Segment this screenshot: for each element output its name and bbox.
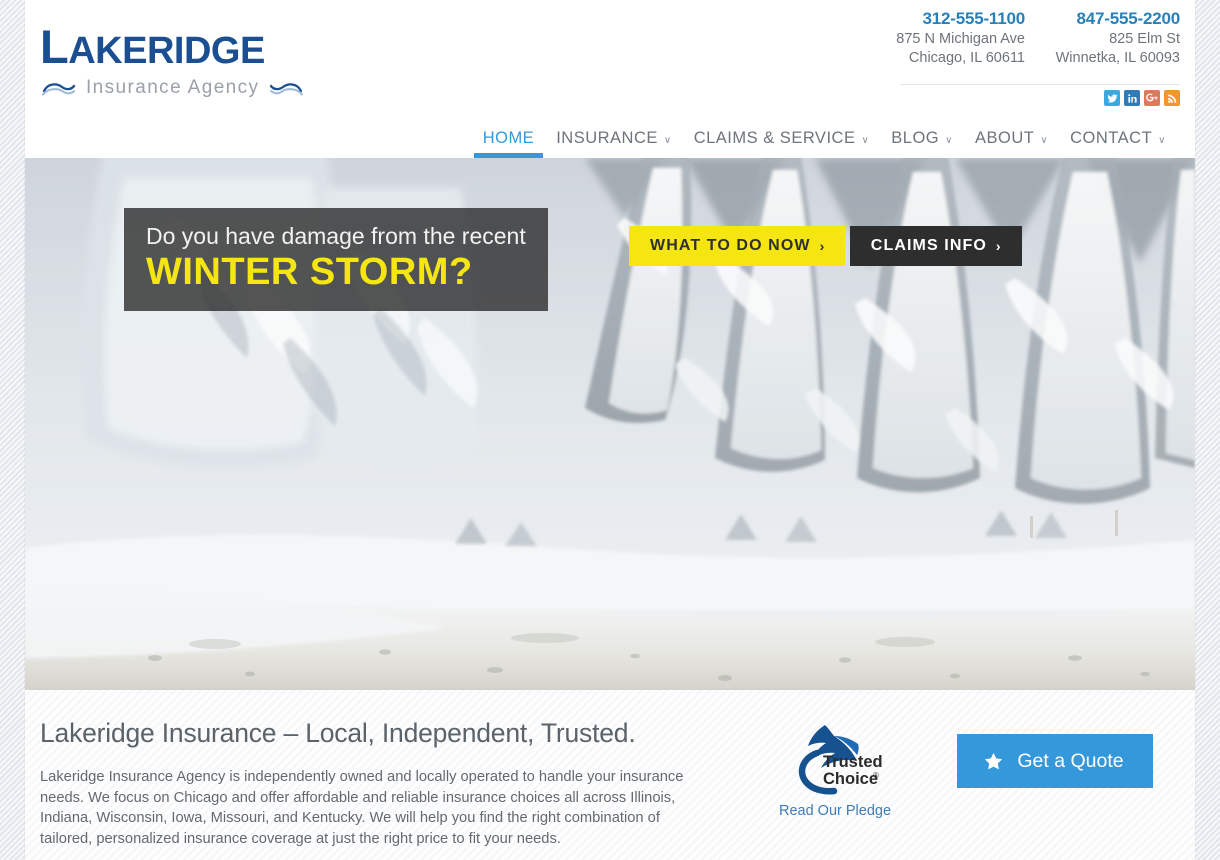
- header-contacts: 312-555-1100 875 N Michigan Ave Chicago,…: [868, 8, 1180, 68]
- hero-banner: Do you have damage from the recent WINTE…: [25, 158, 1195, 690]
- quote-column: Get a Quote: [930, 717, 1180, 860]
- page-title: Lakeridge Insurance – Local, Independent…: [40, 718, 636, 748]
- phone-number-winnetka[interactable]: 847-555-2200: [1053, 8, 1181, 30]
- rss-icon[interactable]: [1164, 90, 1180, 106]
- chevron-right-icon: ›: [995, 238, 1002, 254]
- header-divider: [900, 84, 1180, 85]
- site-header: LAKERIDGE Insurance Agency 312-555-1100 …: [25, 0, 1195, 158]
- nav-item-about[interactable]: ABOUT ∨: [964, 114, 1059, 158]
- nav-label-claims-service: CLAIMS & SERVICE: [693, 129, 856, 147]
- get-a-quote-button[interactable]: Get a Quote: [957, 734, 1153, 788]
- hero-caption-box: Do you have damage from the recent WINTE…: [124, 208, 548, 311]
- social-links: [1104, 90, 1180, 106]
- contact-block-winnetka: 847-555-2200 825 Elm St Winnetka, IL 600…: [1025, 8, 1181, 68]
- logo-wordmark: LAKERIDGE: [40, 20, 265, 73]
- chevron-right-icon: ›: [819, 238, 826, 254]
- wave-right-icon: [270, 82, 304, 95]
- google-plus-icon[interactable]: [1144, 90, 1160, 106]
- contact-block-chicago: 312-555-1100 875 N Michigan Ave Chicago,…: [868, 8, 1025, 68]
- what-to-do-now-label: WHAT TO DO NOW: [650, 237, 811, 254]
- linkedin-icon[interactable]: [1124, 90, 1140, 106]
- svg-text:®: ®: [873, 771, 879, 780]
- hero-caption-line1: Do you have damage from the recent: [146, 223, 526, 249]
- site-logo[interactable]: LAKERIDGE Insurance Agency: [40, 22, 370, 99]
- address-line2-chicago: Chicago, IL 60611: [908, 50, 1025, 66]
- logo-subtitle-row: Insurance Agency: [40, 77, 370, 99]
- hero-cta-group: WHAT TO DO NOW › CLAIMS INFO ›: [629, 214, 1022, 266]
- nav-item-insurance[interactable]: INSURANCE ∨: [545, 114, 683, 158]
- chevron-down-icon: ∨: [1158, 134, 1166, 146]
- phone-number-chicago[interactable]: 312-555-1100: [896, 8, 1025, 30]
- nav-item-blog[interactable]: BLOG ∨: [880, 114, 964, 158]
- page-root: LAKERIDGE Insurance Agency 312-555-1100 …: [0, 0, 1220, 860]
- chevron-down-icon: ∨: [663, 134, 672, 146]
- svg-text:Trusted: Trusted: [823, 753, 883, 771]
- claims-info-label: CLAIMS INFO: [870, 237, 987, 254]
- read-our-pledge-link[interactable]: Read Our Pledge: [740, 803, 930, 819]
- nav-item-contact[interactable]: CONTACT ∨: [1059, 114, 1177, 158]
- logo-subtitle: Insurance Agency: [86, 77, 260, 98]
- nav-item-claims-service[interactable]: CLAIMS & SERVICE ∨: [683, 114, 881, 158]
- logo-main-text: AKERIDGE: [68, 30, 265, 72]
- intro-paragraph: Lakeridge Insurance Agency is independen…: [40, 769, 684, 847]
- chevron-down-icon: ∨: [861, 134, 870, 146]
- nav-item-home[interactable]: HOME: [472, 114, 546, 158]
- chevron-down-icon: ∨: [945, 134, 953, 146]
- site-container: LAKERIDGE Insurance Agency 312-555-1100 …: [25, 0, 1195, 860]
- intro-text-column: Lakeridge Insurance – Local, Independent…: [40, 717, 740, 860]
- address-line2-winnetka: Winnetka, IL 60093: [1055, 50, 1180, 66]
- trusted-choice-column: Trusted Choice ® Read Our Pledge: [740, 717, 930, 860]
- wave-left-icon: [42, 82, 76, 95]
- claims-info-button[interactable]: CLAIMS INFO ›: [849, 226, 1022, 266]
- nav-label-blog: BLOG: [891, 129, 940, 147]
- address-line1-winnetka: 825 Elm St: [1109, 31, 1180, 47]
- intro-section: Lakeridge Insurance – Local, Independent…: [25, 690, 1195, 860]
- nav-label-home: HOME: [482, 129, 535, 147]
- twitter-icon[interactable]: [1104, 90, 1120, 106]
- address-line1-chicago: 875 N Michigan Ave: [896, 31, 1025, 47]
- nav-label-insurance: INSURANCE: [556, 129, 658, 147]
- nav-label-about: ABOUT: [974, 129, 1035, 147]
- hero-caption-line2: WINTER STORM?: [146, 251, 473, 293]
- trusted-choice-logo: Trusted Choice ®: [798, 725, 883, 795]
- get-a-quote-label: Get a Quote: [1017, 749, 1124, 772]
- svg-text:Choice: Choice: [823, 770, 878, 788]
- chevron-down-icon: ∨: [1040, 134, 1049, 146]
- nav-label-contact: CONTACT: [1070, 129, 1153, 147]
- main-navigation: HOME INSURANCE ∨ CLAIMS & SERVICE ∨ BLOG…: [25, 114, 1195, 158]
- star-icon: [985, 752, 1003, 769]
- what-to-do-now-button[interactable]: WHAT TO DO NOW ›: [629, 226, 846, 266]
